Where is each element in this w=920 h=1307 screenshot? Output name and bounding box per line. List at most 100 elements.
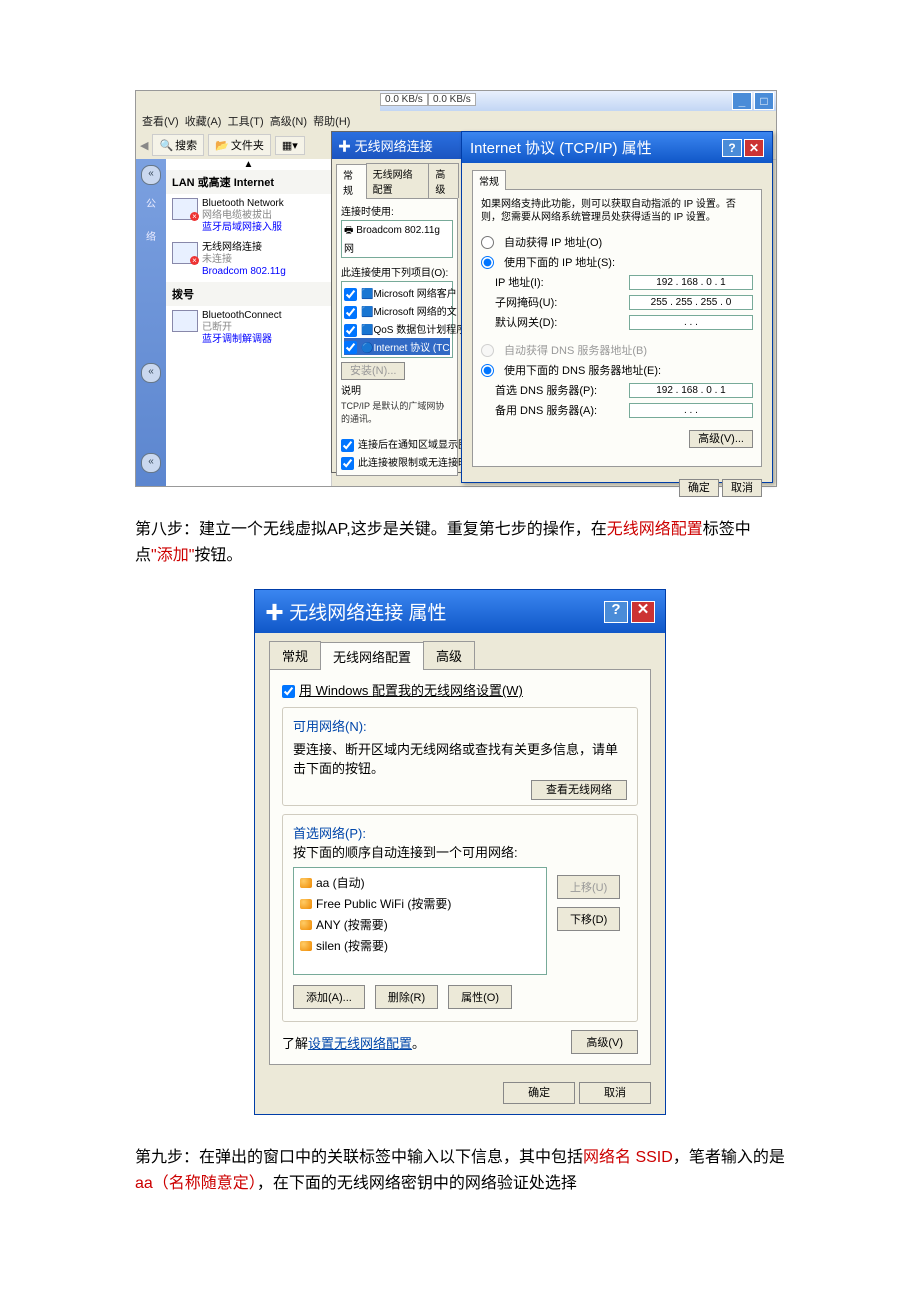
group-preferred: 首选网络(P): 按下面的顺序自动连接到一个可用网络: aa (自动) Free… [282,814,638,1022]
advanced-button[interactable]: 高级(V) [571,1030,638,1054]
up-button: 上移(U) [557,875,620,899]
list-item: Free Public WiFi (按需要) [300,893,540,914]
conn-wireless[interactable]: × 无线网络连接未连接Broadcom 802.11g [166,238,331,282]
conn-bt-modem[interactable]: BluetoothConnect已断开蓝牙调制解调器 [166,306,331,350]
gw-field[interactable]: . . . [629,315,753,330]
dns1-field[interactable]: 192 . 168 . 0 . 1 [629,383,753,398]
network-icon: × [172,242,198,264]
tab-wireless[interactable]: 无线网络配置 [366,163,430,198]
folders-button[interactable]: 📂 文件夹 [208,134,271,156]
install-button: 安装(N)... [341,362,405,380]
chk-use-windows[interactable]: 用 Windows 配置我的无线网络设置(W) [282,680,638,699]
sidebar-label-2: 络 [136,228,166,243]
tab-wireless[interactable]: 无线网络配置 [320,642,424,670]
properties-button[interactable]: 属性(O) [448,985,512,1009]
sidebar-expand-2-icon[interactable]: « [141,453,161,473]
step-8-text: 第八步：建立一个无线虚拟AP,这步是关键。重复第七步的操作，在无线网络配置标签中… [135,517,785,569]
help-icon[interactable]: ? [722,139,742,157]
advanced-button[interactable]: 高级(V)... [689,430,753,448]
network-icon: × [172,198,198,220]
dialog-title: ✚ 无线网络连接 [332,132,462,159]
dialog-title: Internet 协议 (TCP/IP) 属性 ? ✕ [462,132,772,163]
uses-label: 此连接使用下列项目(O): [341,264,453,279]
tabs: 常规 无线网络配置 高级 [336,163,458,199]
step-9-text: 第九步：在弹出的窗口中的关联标签中输入以下信息，其中包括网络名 SSID，笔者输… [135,1145,785,1197]
sidebar-expand-1-icon[interactable]: « [141,363,161,383]
network-icon [172,310,198,332]
group-available: 可用网络(N): 要连接、断开区域内无线网络或查找有关更多信息，请单击下面的按钮… [282,707,638,806]
kb-label-2: 0.0 KB/s [428,93,476,106]
dns2-field[interactable]: . . . [629,403,753,418]
tabs: 常规 无线网络配置 高级 [269,641,651,670]
learn-link[interactable]: 设置无线网络配置 [308,1036,412,1051]
ip-field[interactable]: 192 . 168 . 0 . 1 [629,275,753,290]
radio-auto-dns: 自动获得 DNS 服务器地址(B) [481,340,753,360]
menu-fav[interactable]: 收藏(A) [185,116,222,128]
tab-adv[interactable]: 高级 [423,641,475,669]
delete-button[interactable]: 删除(R) [375,985,438,1009]
sidebar: « 公 络 « « [136,159,167,486]
item-qos[interactable]: 🟦QoS 数据包计划程序 [344,320,450,338]
list-item: silen (按需要) [300,935,540,956]
available-text: 要连接、断开区域内无线网络或查找有关更多信息，请单击下面的按钮。 [293,739,627,777]
search-button[interactable]: 🔍 搜索 [152,134,204,156]
tab-general[interactable]: 常规 [472,170,506,190]
conn-bluetooth[interactable]: × Bluetooth Network网络电缆被拔出蓝牙局域网接入服 [166,194,331,238]
sidebar-collapse-icon[interactable]: « [141,165,161,185]
desc-text: TCP/IP 是默认的广域网协的通讯。 [341,397,453,427]
preferred-text: 按下面的顺序自动连接到一个可用网络: [293,842,627,861]
view-button[interactable]: ▦▾ [275,136,305,155]
chk-notify[interactable]: 连接后在通知区域显示图 [341,435,453,453]
kb-label-1: 0.0 KB/s [380,93,428,106]
radio-manual-ip[interactable]: 使用下面的 IP 地址(S): [481,252,753,272]
dns1-label: 首选 DNS 服务器(P): [495,382,623,398]
down-button[interactable]: 下移(D) [557,907,620,931]
menu-tools[interactable]: 工具(T) [228,116,264,128]
sidebar-label-1: 公 [136,195,166,210]
ok-button[interactable]: 确定 [503,1082,575,1104]
desc-label: 说明 [341,382,453,397]
screenshot-2: ✚ 无线网络连接 属性 ? ✕ 常规 无线网络配置 高级 用 Windows 配… [254,589,666,1115]
connections-pane: ▲ LAN 或高速 Internet × Bluetooth Network网络… [166,159,332,486]
item-tcpip[interactable]: 🔵Internet 协议 (TC [344,338,450,356]
help-icon[interactable]: ? [604,601,628,623]
gw-label: 默认网关(D): [495,314,623,330]
ip-label: IP 地址(I): [495,274,623,290]
radio-manual-dns[interactable]: 使用下面的 DNS 服务器地址(E): [481,360,753,380]
minimize-icon[interactable]: _ [732,92,752,110]
wireless-props-dialog: ✚ 无线网络连接 常规 无线网络配置 高级 连接时使用: 🖶 Broadcom … [331,131,463,473]
add-button[interactable]: 添加(A)... [293,985,365,1009]
close-icon[interactable]: ✕ [744,139,764,157]
mask-field[interactable]: 255 . 255 . 255 . 0 [629,295,753,310]
back-icon[interactable]: ◀ [140,139,148,152]
preferred-list[interactable]: aa (自动) Free Public WiFi (按需要) ANY (按需要)… [293,867,547,975]
up-arrow-icon[interactable]: ▲ [166,159,331,170]
taskbar: 0.0 KB/s 0.0 KB/s _ □ [380,91,776,112]
radio-auto-ip[interactable]: 自动获得 IP 地址(O) [481,232,753,252]
tab-adv[interactable]: 高级 [428,163,459,198]
close-icon[interactable]: ✕ [631,601,655,623]
tab-general[interactable]: 常规 [269,641,321,669]
screenshot-1: 0.0 KB/s 0.0 KB/s _ □ 查看(V) 收藏(A) 工具(T) … [135,90,777,487]
cancel-button[interactable]: 取消 [579,1082,651,1104]
signal-icon [300,899,312,909]
menu-view[interactable]: 查看(V) [142,116,179,128]
list-item: aa (自动) [300,872,540,893]
info-text: 如果网络支持此功能，则可以获取自动指派的 IP 设置。否则，您需要从网络系统管理… [481,198,753,224]
item-ms-client[interactable]: 🟦Microsoft 网络客户 [344,284,450,302]
menu-adv[interactable]: 高级(N) [270,116,307,128]
preferred-label: 首选网络(P): [293,823,627,842]
tab-general[interactable]: 常规 [336,164,367,199]
chk-limited[interactable]: 此连接被限制或无连接时 [341,453,453,471]
list-item: ANY (按需要) [300,914,540,935]
maximize-icon[interactable]: □ [754,92,774,110]
cancel-button[interactable]: 取消 [722,479,762,497]
tcpip-dialog: Internet 协议 (TCP/IP) 属性 ? ✕ 常规 如果网络支持此功能… [461,131,773,483]
view-networks-button[interactable]: 查看无线网络 [531,780,627,800]
connect-using-label: 连接时使用: [341,203,453,218]
mask-label: 子网掩码(U): [495,294,623,310]
ok-button[interactable]: 确定 [679,479,719,497]
menu-help[interactable]: 帮助(H) [313,116,350,128]
item-ms-file[interactable]: 🟦Microsoft 网络的文 [344,302,450,320]
signal-icon [300,878,312,888]
